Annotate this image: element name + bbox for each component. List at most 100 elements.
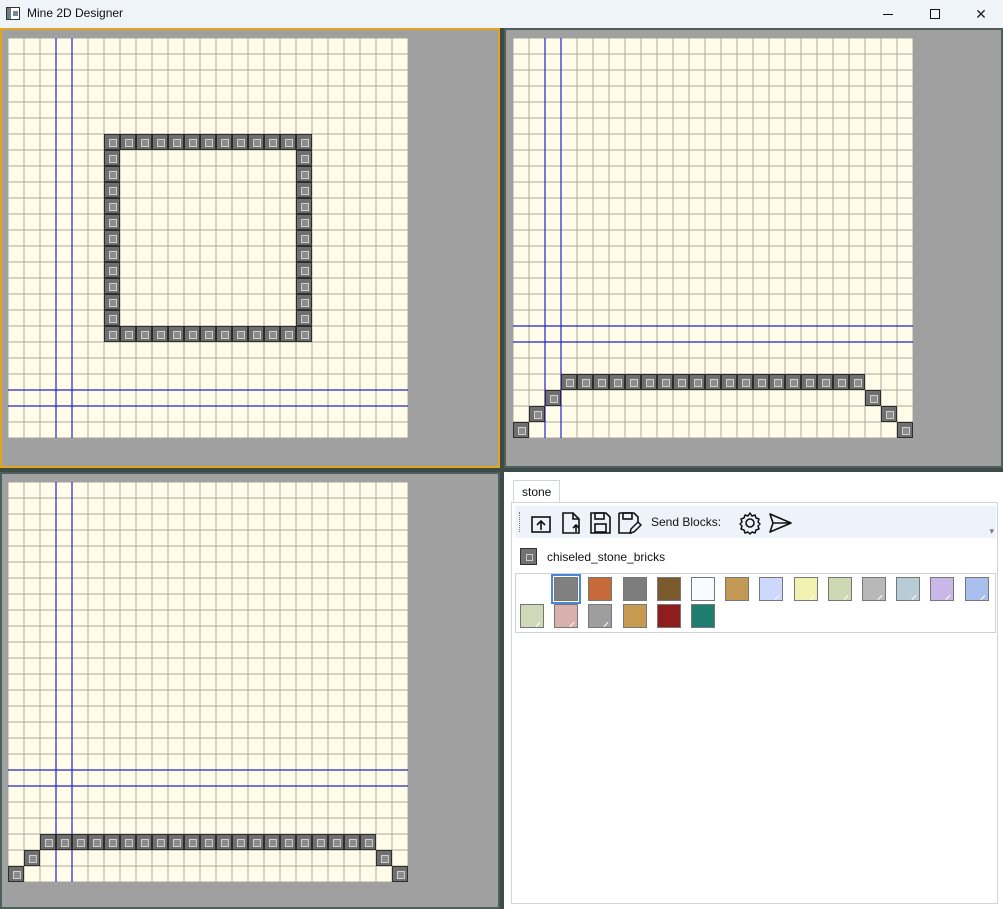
placed-block[interactable]	[753, 374, 769, 390]
placed-block[interactable]	[104, 294, 120, 310]
placed-block[interactable]	[280, 834, 296, 850]
placed-block[interactable]	[120, 834, 136, 850]
placed-block[interactable]	[216, 834, 232, 850]
placed-block[interactable]	[513, 422, 529, 438]
placed-block[interactable]	[296, 262, 312, 278]
palette-swatch-terracotta[interactable]	[588, 577, 613, 601]
placed-block[interactable]	[280, 326, 296, 342]
placed-block[interactable]	[216, 326, 232, 342]
placed-block[interactable]	[360, 834, 376, 850]
toolbar-overflow-icon[interactable]: ▾	[989, 526, 994, 537]
palette-swatch-cornflower_glass[interactable]	[964, 577, 989, 601]
placed-block[interactable]	[184, 326, 200, 342]
placed-block[interactable]	[529, 406, 545, 422]
placed-block[interactable]	[104, 214, 120, 230]
placed-block[interactable]	[577, 374, 593, 390]
import-icon[interactable]	[529, 510, 555, 536]
placed-block[interactable]	[200, 834, 216, 850]
placed-block[interactable]	[296, 214, 312, 230]
placed-block[interactable]	[296, 246, 312, 262]
placed-block[interactable]	[296, 198, 312, 214]
placed-block[interactable]	[232, 834, 248, 850]
placed-block[interactable]	[833, 374, 849, 390]
placed-block[interactable]	[545, 390, 561, 406]
placed-block[interactable]	[296, 150, 312, 166]
placed-block[interactable]	[849, 374, 865, 390]
palette-swatch-warped_stone[interactable]	[691, 604, 715, 628]
placed-block[interactable]	[280, 134, 296, 150]
placed-block[interactable]	[561, 374, 577, 390]
placed-block[interactable]	[376, 850, 392, 866]
placed-block[interactable]	[152, 134, 168, 150]
placed-block[interactable]	[673, 374, 689, 390]
tab-stone[interactable]: stone	[513, 480, 561, 503]
placed-block[interactable]	[104, 182, 120, 198]
maximize-button[interactable]	[912, 0, 958, 28]
placed-block[interactable]	[184, 834, 200, 850]
grid-canvas-top-left[interactable]	[8, 38, 408, 438]
placed-block[interactable]	[264, 134, 280, 150]
placed-block[interactable]	[248, 326, 264, 342]
minimize-button[interactable]	[865, 0, 911, 28]
design-pane-top-left[interactable]	[0, 28, 500, 468]
palette-swatch-yellow_glass[interactable]	[793, 577, 818, 601]
placed-block[interactable]	[200, 326, 216, 342]
placed-block[interactable]	[8, 866, 24, 882]
placed-block[interactable]	[312, 834, 328, 850]
palette-swatch-gray_glass[interactable]	[862, 577, 886, 601]
placed-block[interactable]	[56, 834, 72, 850]
palette-swatch-green_glass[interactable]	[520, 604, 544, 628]
placed-block[interactable]	[689, 374, 705, 390]
send-icon[interactable]	[767, 510, 793, 536]
palette-swatch-cobblestone[interactable]	[622, 577, 647, 601]
placed-block[interactable]	[881, 406, 897, 422]
palette-swatch-pink_glass[interactable]	[554, 604, 579, 628]
palette-swatch-red_wool[interactable]	[656, 604, 681, 628]
placed-block[interactable]	[120, 134, 136, 150]
placed-block[interactable]	[296, 166, 312, 182]
palette-swatch-sand[interactable]	[622, 604, 647, 628]
placed-block[interactable]	[296, 278, 312, 294]
placed-block[interactable]	[168, 134, 184, 150]
placed-block[interactable]	[104, 262, 120, 278]
palette-swatch-purple_glass[interactable]	[930, 577, 955, 601]
placed-block[interactable]	[593, 374, 609, 390]
placed-block[interactable]	[184, 134, 200, 150]
placed-block[interactable]	[296, 294, 312, 310]
placed-block[interactable]	[248, 134, 264, 150]
close-button[interactable]: ✕	[958, 0, 1003, 28]
placed-block[interactable]	[24, 850, 40, 866]
palette-swatch-chiseled_stone_bricks[interactable]	[551, 574, 582, 604]
placed-block[interactable]	[264, 834, 280, 850]
placed-block[interactable]	[104, 326, 120, 342]
palette-swatch-oak_planks[interactable]	[725, 577, 750, 601]
placed-block[interactable]	[136, 834, 152, 850]
placed-block[interactable]	[152, 834, 168, 850]
placed-block[interactable]	[769, 374, 785, 390]
placed-block[interactable]	[104, 230, 120, 246]
placed-block[interactable]	[104, 278, 120, 294]
placed-block[interactable]	[104, 198, 120, 214]
placed-block[interactable]	[721, 374, 737, 390]
settings-icon[interactable]	[737, 510, 763, 536]
placed-block[interactable]	[296, 182, 312, 198]
design-pane-bottom-left[interactable]	[0, 472, 500, 909]
placed-block[interactable]	[625, 374, 641, 390]
placed-block[interactable]	[392, 866, 408, 882]
save-as-icon[interactable]	[616, 510, 642, 536]
placed-block[interactable]	[168, 834, 184, 850]
placed-block[interactable]	[104, 150, 120, 166]
palette-swatch-light_blue_glass[interactable]	[896, 577, 921, 601]
placed-block[interactable]	[785, 374, 801, 390]
toolbar-grip[interactable]	[519, 512, 522, 532]
placed-block[interactable]	[296, 134, 312, 150]
placed-block[interactable]	[264, 326, 280, 342]
placed-block[interactable]	[104, 166, 120, 182]
placed-block[interactable]	[328, 834, 344, 850]
palette-swatch-dark_gray_glass[interactable]	[588, 604, 613, 628]
placed-block[interactable]	[296, 230, 312, 246]
placed-block[interactable]	[168, 326, 184, 342]
placed-block[interactable]	[88, 834, 104, 850]
placed-block[interactable]	[865, 390, 881, 406]
placed-block[interactable]	[104, 834, 120, 850]
